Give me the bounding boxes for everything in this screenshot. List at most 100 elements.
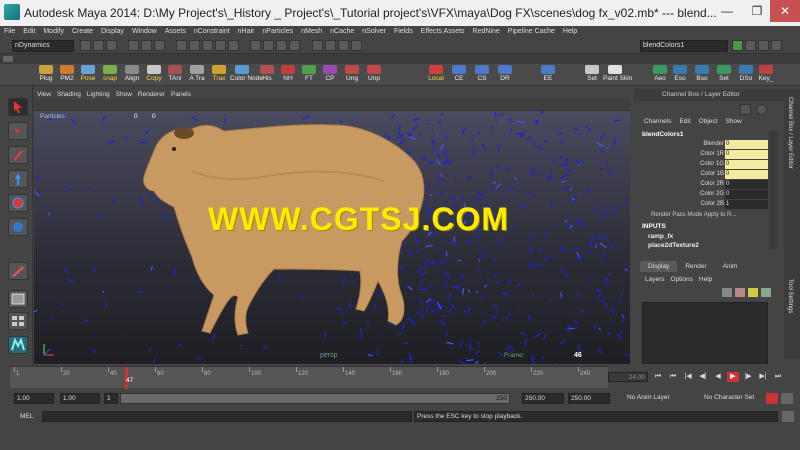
end-time-field[interactable]: 250.00 (568, 393, 610, 404)
ipr-render-icon[interactable] (338, 40, 349, 51)
menu-assets[interactable]: Assets (161, 26, 190, 38)
four-view-layout-icon[interactable] (8, 312, 28, 330)
paint-select-tool-icon[interactable] (8, 146, 28, 164)
settings-icon[interactable] (756, 104, 767, 115)
layer-list[interactable] (642, 302, 768, 364)
shelf-button[interactable]: Trax (207, 65, 231, 85)
shelf-button[interactable]: TAni (163, 65, 187, 85)
shelf-button[interactable]: snap (98, 65, 122, 85)
anim-end-field[interactable]: 250.00 (522, 393, 564, 404)
mask-icon[interactable] (189, 40, 200, 51)
input-node-ramp[interactable]: ramp_fx (648, 233, 673, 240)
channel-box-scrollbar[interactable] (769, 131, 777, 249)
shelf-button[interactable]: Eso (668, 65, 692, 85)
attribute-value[interactable]: 0 (725, 160, 768, 169)
select-tool-icon[interactable] (8, 98, 28, 116)
shelf-button[interactable]: CE (447, 65, 471, 85)
step-back-key-button[interactable]: ⏮ (667, 372, 679, 382)
render-pass-mode[interactable]: Render Pass Mode Apply to R... (651, 212, 736, 218)
attribute-value[interactable]: 0 (725, 150, 768, 159)
input-node-place2d[interactable]: place2dTexture2 (648, 242, 699, 249)
shelf-button[interactable]: Ung (340, 65, 364, 85)
snap-curve-icon[interactable] (263, 40, 274, 51)
menu-file[interactable]: File (0, 26, 19, 38)
soft-mod-tool-icon[interactable] (8, 262, 28, 280)
play-backwards-button[interactable]: ◀| (697, 372, 709, 382)
menu-nmesh[interactable]: nMesh (297, 26, 326, 38)
shelf-button[interactable]: Bso (690, 65, 714, 85)
shelf-button[interactable]: Color Node (230, 65, 263, 85)
anim-layer-dropdown[interactable]: No Anim Layer (627, 394, 670, 401)
move-tool-icon[interactable] (8, 170, 28, 188)
go-to-start-button[interactable]: ⏮ (652, 372, 664, 382)
range-start-field[interactable]: 1 (104, 393, 118, 404)
channel-box-icon[interactable] (771, 40, 782, 51)
sidebar-toggle-icon[interactable] (732, 40, 743, 51)
menu-help[interactable]: Help (559, 26, 581, 38)
snap-plane-icon[interactable] (289, 40, 300, 51)
layer-menu-help[interactable]: Help (696, 276, 715, 283)
mask-icon[interactable] (215, 40, 226, 51)
menu-rednine[interactable]: RedNine (469, 26, 504, 38)
minimize-button[interactable]: — (712, 0, 742, 22)
attribute-editor-icon[interactable] (745, 40, 756, 51)
maximize-button[interactable]: ❐ (742, 0, 772, 22)
shelf-button[interactable]: Paint Skin (603, 65, 632, 85)
tab-anim[interactable]: Anim (715, 261, 746, 272)
menu-set-dropdown[interactable]: nDynamics (12, 40, 74, 52)
attribute-value[interactable]: 1 (725, 200, 768, 209)
attribute-row[interactable]: Color 1B 0 (642, 170, 768, 179)
layer-menu-options[interactable]: Options (668, 276, 696, 283)
lock-icon[interactable] (740, 104, 751, 115)
render-icon[interactable] (325, 40, 336, 51)
shelf-button[interactable]: CP (318, 65, 342, 85)
attribute-row[interactable]: Blender 0 (642, 140, 768, 149)
cb-menu-show[interactable]: Show (721, 118, 745, 125)
shelf-button[interactable]: Align (120, 65, 144, 85)
menu-pipeline-cache[interactable]: Pipeline Cache (504, 26, 559, 38)
cb-menu-edit[interactable]: Edit (675, 118, 694, 125)
shelf-button[interactable]: DR (493, 65, 517, 85)
rotate-tool-icon[interactable] (8, 194, 28, 212)
script-editor-icon[interactable] (782, 411, 794, 422)
cb-menu-channels[interactable]: Channels (640, 118, 675, 125)
mask-icon[interactable] (228, 40, 239, 51)
shelf-button[interactable]: Unp (362, 65, 386, 85)
attribute-value[interactable]: 0 (725, 170, 768, 179)
menu-modify[interactable]: Modify (39, 26, 68, 38)
input-line-field[interactable]: blendColors1 (640, 40, 728, 52)
attribute-row[interactable]: Color 2R 0 (642, 180, 768, 189)
node-name[interactable]: blendColors1 (642, 131, 684, 138)
save-scene-icon[interactable] (106, 40, 117, 51)
step-forward-key-button[interactable]: ▶| (757, 372, 769, 382)
auto-key-icon[interactable] (766, 393, 778, 404)
menu-nconstraint[interactable]: nConstraint (190, 26, 234, 38)
step-back-frame-button[interactable]: |◀ (682, 372, 694, 382)
tab-display[interactable]: Display (640, 261, 678, 272)
shelf-button[interactable]: Set (580, 65, 604, 85)
start-time-field[interactable]: 1.00 (14, 393, 54, 404)
current-frame-field[interactable]: 24.00 (608, 372, 648, 382)
new-scene-icon[interactable] (80, 40, 91, 51)
menu-ncache[interactable]: nCache (326, 26, 358, 38)
time-slider[interactable]: 1 20 40 60 80 100 120 140 160 180 200 220 240 (10, 366, 608, 389)
go-to-end-button[interactable]: ⏭ (772, 372, 784, 382)
layer-sort-icon[interactable] (761, 288, 771, 297)
shelf-button[interactable]: Set (712, 65, 736, 85)
menu-display[interactable]: Display (97, 26, 128, 38)
mel-input[interactable] (42, 411, 412, 422)
shelf-button[interactable]: EE (536, 65, 560, 85)
attribute-value[interactable]: 0 (725, 140, 768, 149)
shelf-menu-icon[interactable] (3, 56, 13, 62)
new-layer-selected-icon[interactable] (735, 288, 745, 297)
select-hierarchy-icon[interactable] (128, 40, 139, 51)
shelf-button[interactable]: CS (470, 65, 494, 85)
attribute-row[interactable]: Color 1G 0 (642, 160, 768, 169)
attribute-value[interactable]: 0 (725, 180, 768, 189)
side-tab-tool-settings[interactable]: Tool Settings (787, 279, 793, 313)
shelf-button[interactable]: Local (424, 65, 448, 85)
anim-start-field[interactable]: 1.00 (60, 393, 100, 404)
range-slider[interactable]: 250 (120, 393, 510, 404)
attribute-row[interactable]: Color 2G 0 (642, 190, 768, 199)
history-icon[interactable] (312, 40, 323, 51)
